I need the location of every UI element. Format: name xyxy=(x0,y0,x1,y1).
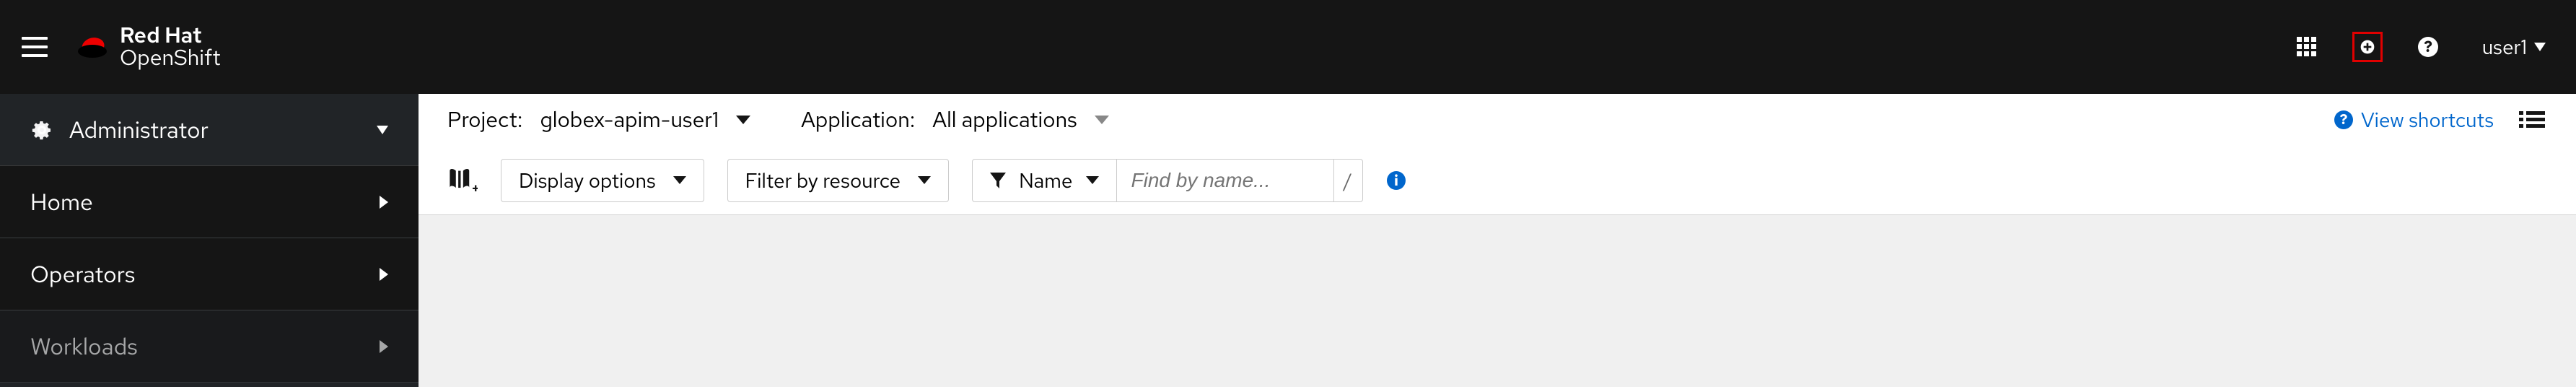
question-circle-icon: ? xyxy=(2334,110,2354,130)
help-button[interactable]: ? xyxy=(2413,32,2443,62)
perspective-label: Administrator xyxy=(69,114,209,145)
info-icon[interactable]: i xyxy=(1386,170,1406,191)
user-label: user1 xyxy=(2482,33,2527,61)
svg-text:?: ? xyxy=(2340,110,2348,129)
sidebar-item-label: Workloads xyxy=(30,331,138,362)
application-label: Application: xyxy=(801,105,915,134)
chevron-right-icon xyxy=(380,196,388,209)
sidebar: Administrator Home Operators Workloads xyxy=(0,94,419,387)
sidebar-item-label: Home xyxy=(30,186,93,217)
project-selector[interactable]: Project: globex-apim-user1 xyxy=(447,105,750,134)
hamburger-menu-button[interactable] xyxy=(22,37,48,57)
svg-text:?: ? xyxy=(2424,36,2432,57)
caret-down-icon xyxy=(673,176,686,184)
add-button[interactable] xyxy=(2352,32,2383,62)
svg-text:+: + xyxy=(472,178,478,196)
brand-text: Red Hat OpenShift xyxy=(120,25,221,70)
masthead-left: Red Hat OpenShift xyxy=(22,25,221,70)
keyboard-shortcut-hint: / xyxy=(1333,160,1362,201)
filter-by-resource-dropdown[interactable]: Filter by resource xyxy=(727,159,949,202)
project-label: Project: xyxy=(447,105,522,134)
caret-down-icon xyxy=(377,126,388,134)
caret-down-icon xyxy=(918,176,931,184)
book-plus-icon: + xyxy=(447,165,478,196)
caret-down-icon xyxy=(1095,116,1109,124)
list-view-toggle[interactable] xyxy=(2517,105,2547,135)
name-filter-type[interactable]: Name xyxy=(973,160,1116,201)
sidebar-item-operators[interactable]: Operators xyxy=(0,238,419,310)
filter-by-resource-label: Filter by resource xyxy=(745,167,901,194)
project-bar: Project: globex-apim-user1 Application: … xyxy=(419,94,2576,146)
svg-text:i: i xyxy=(1394,172,1398,191)
brand-logo[interactable]: Red Hat OpenShift xyxy=(76,25,221,70)
shortcuts-label: View shortcuts xyxy=(2361,106,2494,134)
sidebar-item-label: Operators xyxy=(30,258,135,290)
masthead: Red Hat OpenShift ? user1 xyxy=(0,0,2576,94)
topology-toolbar: + Display options Filter by resource Nam… xyxy=(419,146,2576,215)
chevron-right-icon xyxy=(380,340,388,353)
filter-icon xyxy=(990,173,1006,188)
caret-down-icon xyxy=(2534,43,2546,51)
sidebar-item-workloads[interactable]: Workloads xyxy=(0,310,419,383)
find-by-name-input[interactable] xyxy=(1117,160,1333,201)
caret-down-icon xyxy=(736,116,750,124)
name-filter: Name / xyxy=(972,159,1362,202)
sidebar-item-home[interactable]: Home xyxy=(0,166,419,238)
user-menu[interactable]: user1 xyxy=(2474,33,2554,61)
project-value: globex-apim-user1 xyxy=(540,105,719,134)
display-options-dropdown[interactable]: Display options xyxy=(501,159,704,202)
name-filter-label: Name xyxy=(1019,167,1072,194)
view-shortcuts-link[interactable]: ? View shortcuts xyxy=(2334,106,2494,134)
topology-canvas[interactable] xyxy=(419,215,2576,387)
brand-line2: OpenShift xyxy=(120,47,221,70)
plus-circle-icon xyxy=(2360,36,2375,58)
grid-icon xyxy=(2295,35,2318,58)
display-options-label: Display options xyxy=(519,167,656,194)
redhat-fedora-icon xyxy=(76,34,108,60)
app-launcher-button[interactable] xyxy=(2292,32,2322,62)
masthead-right: ? user1 xyxy=(2292,32,2554,62)
application-value: All applications xyxy=(932,105,1077,134)
application-selector[interactable]: Application: All applications xyxy=(801,105,1109,134)
perspective-switcher[interactable]: Administrator xyxy=(0,94,419,166)
question-circle-icon: ? xyxy=(2417,36,2439,58)
list-icon xyxy=(2519,110,2545,130)
chevron-right-icon xyxy=(380,268,388,281)
add-to-project-button[interactable]: + xyxy=(447,165,478,196)
gear-icon xyxy=(30,118,53,142)
caret-down-icon xyxy=(1086,176,1099,184)
